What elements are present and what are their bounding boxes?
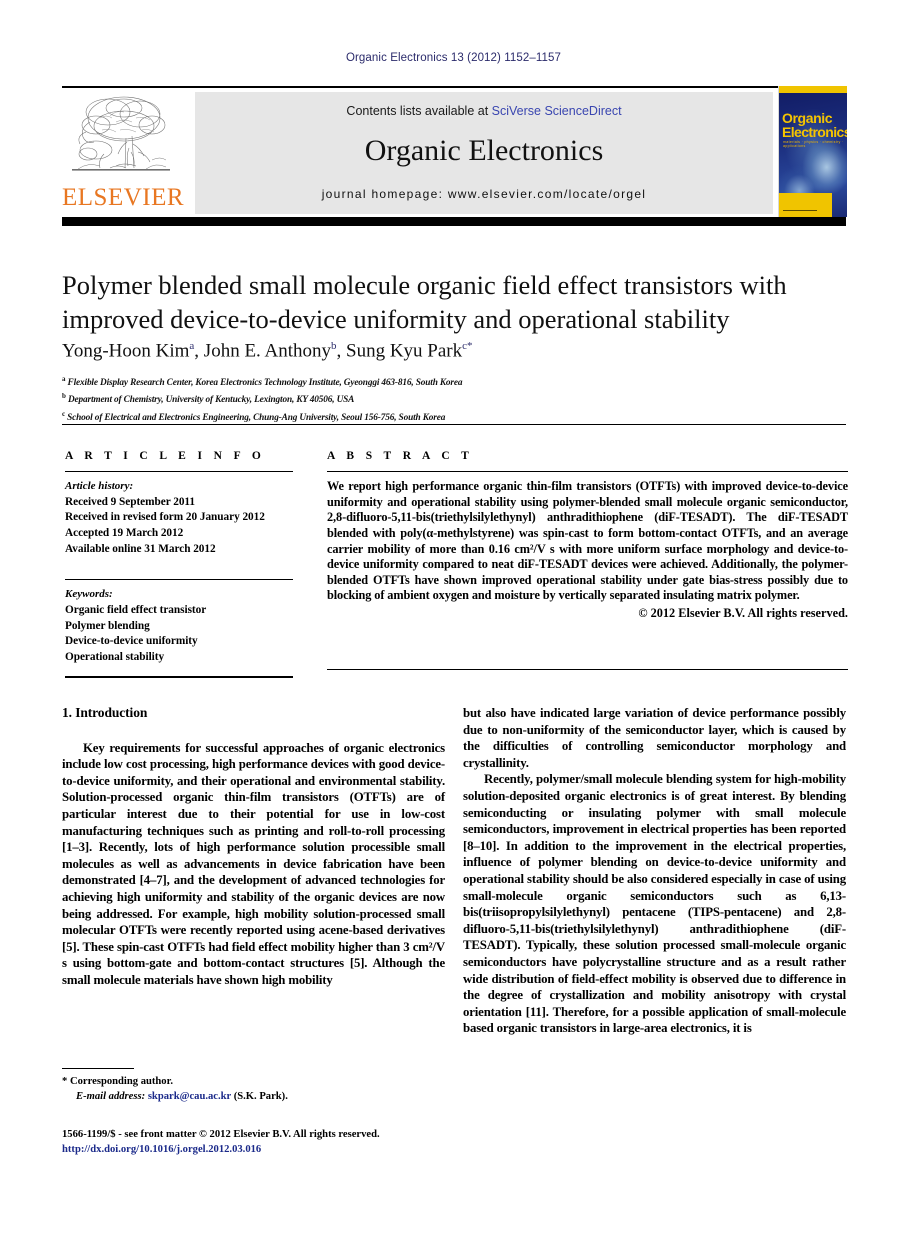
- author-1: Yong-Hoon Kim: [62, 340, 190, 362]
- abstract-heading: A B S T R A C T: [327, 450, 474, 462]
- history-received: Received 9 September 2011: [65, 495, 195, 508]
- affiliation-c-text: School of Electrical and Electronics Eng…: [67, 412, 446, 423]
- masthead-bottom-rule: [62, 217, 846, 226]
- footnote-block: * Corresponding author. E-mail address: …: [62, 1068, 445, 1104]
- journal-homepage-link[interactable]: journal homepage: www.elsevier.com/locat…: [195, 187, 773, 201]
- elsevier-wordmark: ELSEVIER: [62, 184, 185, 211]
- cover-bottom-box: [779, 193, 833, 217]
- cover-top-bar: [779, 86, 847, 93]
- author-3: Sung Kyu Park: [346, 340, 463, 362]
- affiliation-b: b Department of Chemistry, University of…: [62, 390, 852, 407]
- article-info-bottom-rule: [65, 676, 293, 678]
- journal-cover-thumbnail[interactable]: Organic Electronics materials · physics …: [778, 86, 847, 217]
- keyword-1: Organic field effect transistor: [65, 603, 207, 616]
- footnote-rule: [62, 1068, 134, 1070]
- affiliation-b-mark: b: [62, 392, 66, 401]
- affiliation-c-mark: c: [62, 409, 65, 418]
- article-info-rule: [65, 471, 293, 473]
- abstract-text: We report high performance organic thin-…: [327, 479, 848, 603]
- keyword-3: Device-to-device uniformity: [65, 635, 198, 648]
- affiliation-a-mark: a: [62, 375, 66, 383]
- keyword-2: Polymer blending: [65, 619, 150, 632]
- cover-bottom-rule: [783, 210, 817, 211]
- keywords-block: Keywords: Organic field effect transisto…: [65, 587, 293, 665]
- affiliation-b-text: Department of Chemistry, University of K…: [67, 395, 355, 406]
- email-link[interactable]: skpark@cau.ac.kr: [148, 1091, 231, 1102]
- abstract-bottom-rule: [327, 669, 848, 671]
- elsevier-tree-icon: [72, 96, 170, 171]
- keyword-4: Operational stability: [65, 650, 165, 663]
- keywords-rule: [65, 579, 293, 581]
- paragraph-left-1: Key requirements for successful approach…: [62, 740, 445, 987]
- body-column-left: 1. Introduction Key requirements for suc…: [62, 705, 445, 989]
- cover-subtitle: materials · physics · chemistry · applic…: [783, 140, 844, 148]
- history-online: Available online 31 March 2012: [65, 542, 216, 555]
- doi-link[interactable]: http://dx.doi.org/10.1016/j.orgel.2012.0…: [62, 1143, 462, 1158]
- history-accepted: Accepted 19 March 2012: [65, 526, 184, 539]
- article-info-block: A R T I C L E I N F O Article history: R…: [65, 450, 293, 685]
- email-note: E-mail address: skpark@cau.ac.kr (S.K. P…: [62, 1090, 445, 1105]
- corresponding-marker: *: [62, 1076, 68, 1088]
- author-list: Yong-Hoon Kima, John E. Anthonyb, Sung K…: [62, 340, 473, 362]
- paragraph-right-1: but also have indicated large variation …: [463, 706, 846, 770]
- corresponding-author-mark: *: [467, 340, 473, 352]
- contents-available-line: Contents lists available at SciVerse Sci…: [195, 104, 773, 118]
- abstract-block: A B S T R A C T We report high performan…: [327, 450, 848, 622]
- keywords-label: Keywords:: [65, 588, 113, 601]
- paragraph-right-2: Recently, polymer/small molecule blendin…: [463, 772, 846, 1036]
- body-column-right: but also have indicated large variation …: [463, 705, 846, 1037]
- affiliation-a: a Flexible Display Research Center, Kore…: [62, 373, 852, 390]
- article-history-label: Article history:: [65, 480, 134, 493]
- affiliation-c: c School of Electrical and Electronics E…: [62, 408, 852, 425]
- author-1-affil-mark: a: [189, 340, 195, 352]
- affiliation-a-text: Flexible Display Research Center, Korea …: [67, 378, 463, 389]
- abstract-rule: [327, 471, 848, 473]
- masthead: ELSEVIER Contents lists available at Sci…: [62, 86, 847, 217]
- email-owner: (S.K. Park).: [233, 1090, 288, 1102]
- journal-title: Organic Electronics: [364, 134, 604, 167]
- abstract-copyright: © 2012 Elsevier B.V. All rights reserved…: [638, 605, 848, 620]
- journal-banner: Contents lists available at SciVerse Sci…: [195, 92, 773, 214]
- affiliation-rule: [62, 424, 846, 426]
- journal-article-page: Organic Electronics 13 (2012) 1152–1157: [0, 0, 907, 1238]
- author-2-affil-mark: b: [331, 340, 337, 352]
- contents-prefix: Contents lists available at: [346, 104, 492, 118]
- sciencedirect-link[interactable]: SciVerse ScienceDirect: [492, 104, 622, 118]
- corresponding-text: Corresponding author.: [69, 1076, 173, 1088]
- page-title: Polymer blended small molecule organic f…: [62, 270, 787, 334]
- affiliation-list: a Flexible Display Research Center, Kore…: [62, 373, 852, 425]
- author-2: John E. Anthony: [203, 340, 331, 362]
- issn-copyright-line: 1566-1199/$ - see front matter © 2012 El…: [62, 1129, 380, 1140]
- article-info-heading: A R T I C L E I N F O: [65, 450, 266, 462]
- email-label: E-mail address:: [76, 1090, 146, 1102]
- elsevier-logo: ELSEVIER: [62, 92, 185, 214]
- history-revised: Received in revised form 20 January 2012: [65, 511, 265, 524]
- running-head: Organic Electronics 13 (2012) 1152–1157: [345, 52, 562, 64]
- corresponding-author-note: * Corresponding author.: [62, 1075, 445, 1090]
- section-heading-introduction: 1. Introduction: [62, 705, 148, 720]
- cover-title-line2: Electronics: [782, 124, 847, 140]
- page-footer: 1566-1199/$ - see front matter © 2012 El…: [62, 1128, 462, 1157]
